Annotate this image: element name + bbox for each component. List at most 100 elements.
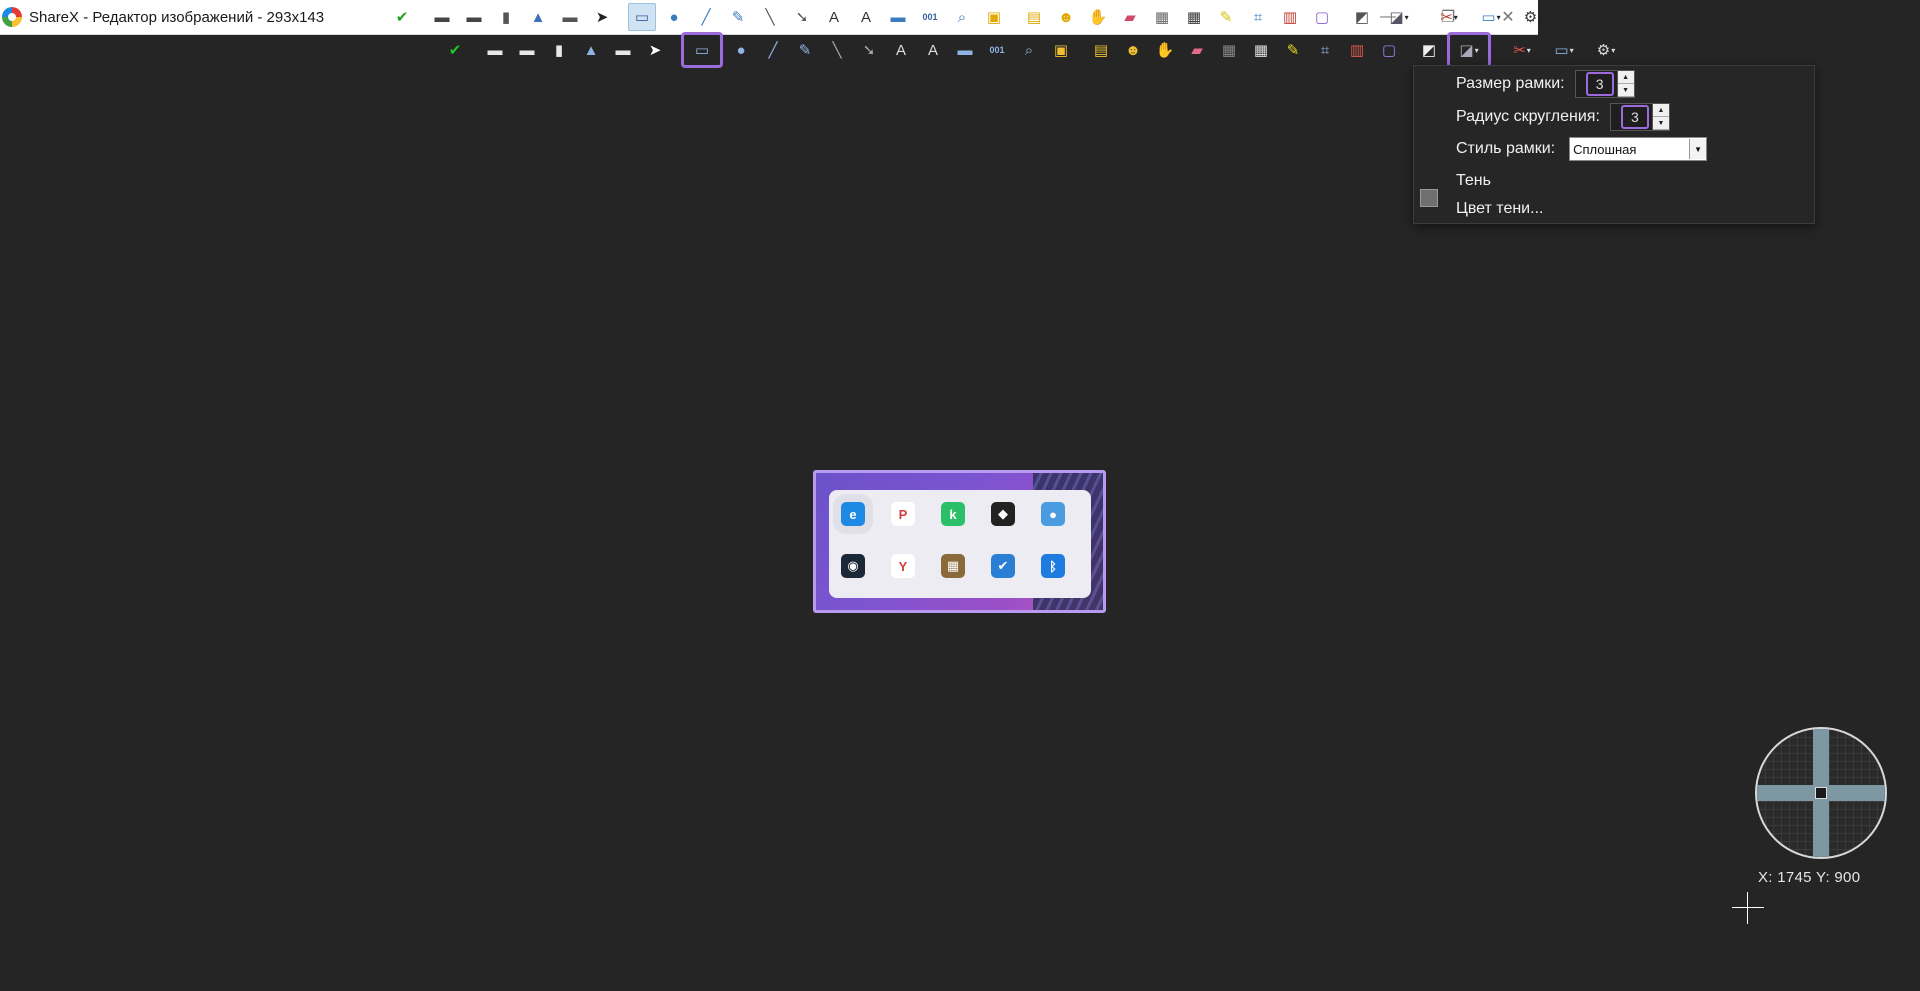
cut-out-icon: ▥ xyxy=(1349,41,1365,59)
sticker-tool-button[interactable]: ☻ xyxy=(1052,3,1080,31)
confirm-tool-button[interactable]: ✔ xyxy=(441,36,469,64)
corner-radius-row: Радиус скругления: 3 ▲ ▼ xyxy=(1456,103,1670,131)
pixelate-tool-button[interactable]: ▦ xyxy=(1180,3,1208,31)
save-as-tool-button[interactable]: ▬ xyxy=(460,3,488,31)
spin-down-icon[interactable]: ▼ xyxy=(1652,117,1669,130)
shadow-label[interactable]: Тень xyxy=(1456,172,1491,190)
arrow-tool-button[interactable]: ➘ xyxy=(855,36,883,64)
speech-balloon-tool-button[interactable]: ▬ xyxy=(951,36,979,64)
edited-image[interactable]: e Pk ◆ ● ◉ Y ▦ ✔ ᛒ xyxy=(813,470,1106,613)
border-color-tool-button[interactable]: ▢ xyxy=(1375,36,1403,64)
print-icon: ▬ xyxy=(615,41,631,59)
rectangle-tool-button[interactable]: ▭ xyxy=(628,3,656,31)
step-tool-button[interactable]: 001 xyxy=(916,3,944,31)
shadow-menu-item[interactable]: Тень xyxy=(1456,172,1491,190)
corner-radius-value[interactable]: 3 xyxy=(1620,105,1649,129)
magnify-tool-button[interactable]: ⌕ xyxy=(948,3,976,31)
text-background-tool-button[interactable]: A xyxy=(919,36,947,64)
image-screen-tool-button[interactable]: ▤ xyxy=(1020,3,1048,31)
cut-out-icon: ▥ xyxy=(1282,8,1298,26)
blur-tool-button[interactable]: ▦ xyxy=(1148,3,1176,31)
save-tool-button[interactable]: ▬ xyxy=(428,3,456,31)
save-tool-button[interactable]: ▬ xyxy=(481,36,509,64)
select-tool-button[interactable]: ➤ xyxy=(641,36,669,64)
ellipse-tool-button[interactable]: ● xyxy=(660,3,688,31)
print-tool-button[interactable]: ▬ xyxy=(609,36,637,64)
shadow-color-label[interactable]: Цвет тени... xyxy=(1456,200,1543,218)
text-outline-tool-button[interactable]: A xyxy=(887,36,915,64)
upload-icon: ▲ xyxy=(583,41,599,59)
chevron-down-icon[interactable]: ▾ xyxy=(1538,13,1542,22)
line-tool-button[interactable]: ╲ xyxy=(756,3,784,31)
select-tool-button[interactable]: ➤ xyxy=(588,3,616,31)
crop-tool-button[interactable]: ⌗ xyxy=(1311,36,1339,64)
step-tool-button[interactable]: 001 xyxy=(983,36,1011,64)
minimize-button[interactable]: — xyxy=(1358,0,1418,34)
text-background-tool-button[interactable]: A xyxy=(852,3,880,31)
image-file-tool-button[interactable]: ▣ xyxy=(1047,36,1075,64)
rectangle-tool-button[interactable]: ▭ xyxy=(681,32,723,68)
chevron-down-icon[interactable]: ▾ xyxy=(1570,46,1574,55)
spin-down-icon[interactable]: ▼ xyxy=(1617,84,1634,97)
chevron-down-icon[interactable]: ▾ xyxy=(1475,46,1479,55)
tools-tool-button[interactable]: ✂ ▾ xyxy=(1503,36,1541,64)
magnify-tool-button[interactable]: ⌕ xyxy=(1015,36,1043,64)
border-size-value[interactable]: 3 xyxy=(1585,72,1614,96)
cursor-tool-button[interactable]: ✋ xyxy=(1151,36,1179,64)
text-outline-tool-button[interactable]: A xyxy=(820,3,848,31)
confirm-tool-button[interactable]: ✔ xyxy=(388,3,416,31)
smart-pen-tool-button[interactable]: ✎ xyxy=(791,36,819,64)
freehand-tool-button[interactable]: ╱ xyxy=(759,36,787,64)
bluetooth-icon: ᛒ xyxy=(1041,554,1065,578)
save-as-tool-button[interactable]: ▬ xyxy=(513,36,541,64)
arrow-tool-button[interactable]: ➘ xyxy=(788,3,816,31)
pixelate-tool-button[interactable]: ▦ xyxy=(1247,36,1275,64)
magnifier-loupe xyxy=(1755,727,1887,859)
smart-pen-tool-button[interactable]: ✎ xyxy=(724,3,752,31)
text-outline-icon: A xyxy=(828,8,839,26)
maximize-button[interactable]: ❐ xyxy=(1418,0,1478,34)
corner-radius-stepper[interactable]: 3 ▲ ▼ xyxy=(1609,103,1670,131)
highlight-tool-button[interactable]: ✎ xyxy=(1279,36,1307,64)
copy-tool-button[interactable]: ▮ xyxy=(545,36,573,64)
settings-tool-button[interactable]: ⚙ ▾ xyxy=(1587,36,1625,64)
cursor-tool-button[interactable]: ✋ xyxy=(1084,3,1112,31)
ellipse-tool-button[interactable]: ● xyxy=(727,36,755,64)
tray-overflow-panel: e Pk ◆ ● ◉ Y ▦ ✔ ᛒ xyxy=(829,490,1091,598)
highlight-tool-button[interactable]: ✎ xyxy=(1212,3,1240,31)
corner-radius-spin[interactable]: ▲ ▼ xyxy=(1651,104,1669,130)
eraser-tool-button[interactable]: ▰ xyxy=(1116,3,1144,31)
print-tool-button[interactable]: ▬ xyxy=(556,3,584,31)
border-size-spin[interactable]: ▲ ▼ xyxy=(1616,71,1634,97)
chevron-down-icon[interactable]: ▾ xyxy=(1611,46,1615,55)
image-effects-tool-button[interactable]: ▭ ▾ xyxy=(1545,36,1583,64)
border-style-select[interactable]: Сплошная ▼ xyxy=(1569,137,1708,161)
cut-out-tool-button[interactable]: ▥ xyxy=(1276,3,1304,31)
speech-balloon-tool-button[interactable]: ▬ xyxy=(884,3,912,31)
upload-tool-button[interactable]: ▲ xyxy=(524,3,552,31)
upload-tool-button[interactable]: ▲ xyxy=(577,36,605,64)
image-file-tool-button[interactable]: ▣ xyxy=(980,3,1008,31)
freehand-tool-button[interactable]: ╱ xyxy=(692,3,720,31)
dropdown-arrow-icon[interactable]: ▼ xyxy=(1689,139,1707,159)
spin-up-icon[interactable]: ▲ xyxy=(1652,104,1669,117)
shadow-color-menu-item[interactable]: Цвет тени... xyxy=(1456,200,1543,218)
shadow-tool-button[interactable]: ◪ ▾ xyxy=(1447,32,1491,68)
eraser-tool-button[interactable]: ▰ xyxy=(1183,36,1211,64)
image-screen-tool-button[interactable]: ▤ xyxy=(1087,36,1115,64)
sticker-tool-button[interactable]: ☻ xyxy=(1119,36,1147,64)
line-tool-button[interactable]: ╲ xyxy=(823,36,851,64)
print-icon: ▬ xyxy=(562,8,578,26)
highlight-icon: ✎ xyxy=(1219,8,1233,26)
cut-out-tool-button[interactable]: ▥ xyxy=(1343,36,1371,64)
copy-tool-button[interactable]: ▮ xyxy=(492,3,520,31)
fill-color-tool-button[interactable]: ◩ xyxy=(1415,36,1443,64)
crop-tool-button[interactable]: ⌗ xyxy=(1244,3,1272,31)
border-color-tool-button[interactable]: ▢ xyxy=(1308,3,1336,31)
blur-tool-button[interactable]: ▦ xyxy=(1215,36,1243,64)
chevron-down-icon[interactable]: ▾ xyxy=(1527,46,1531,55)
border-size-stepper[interactable]: 3 ▲ ▼ xyxy=(1574,70,1635,98)
arrow-icon: ➘ xyxy=(862,41,876,59)
close-button[interactable]: ✕ xyxy=(1478,0,1538,34)
spin-up-icon[interactable]: ▲ xyxy=(1617,71,1634,84)
